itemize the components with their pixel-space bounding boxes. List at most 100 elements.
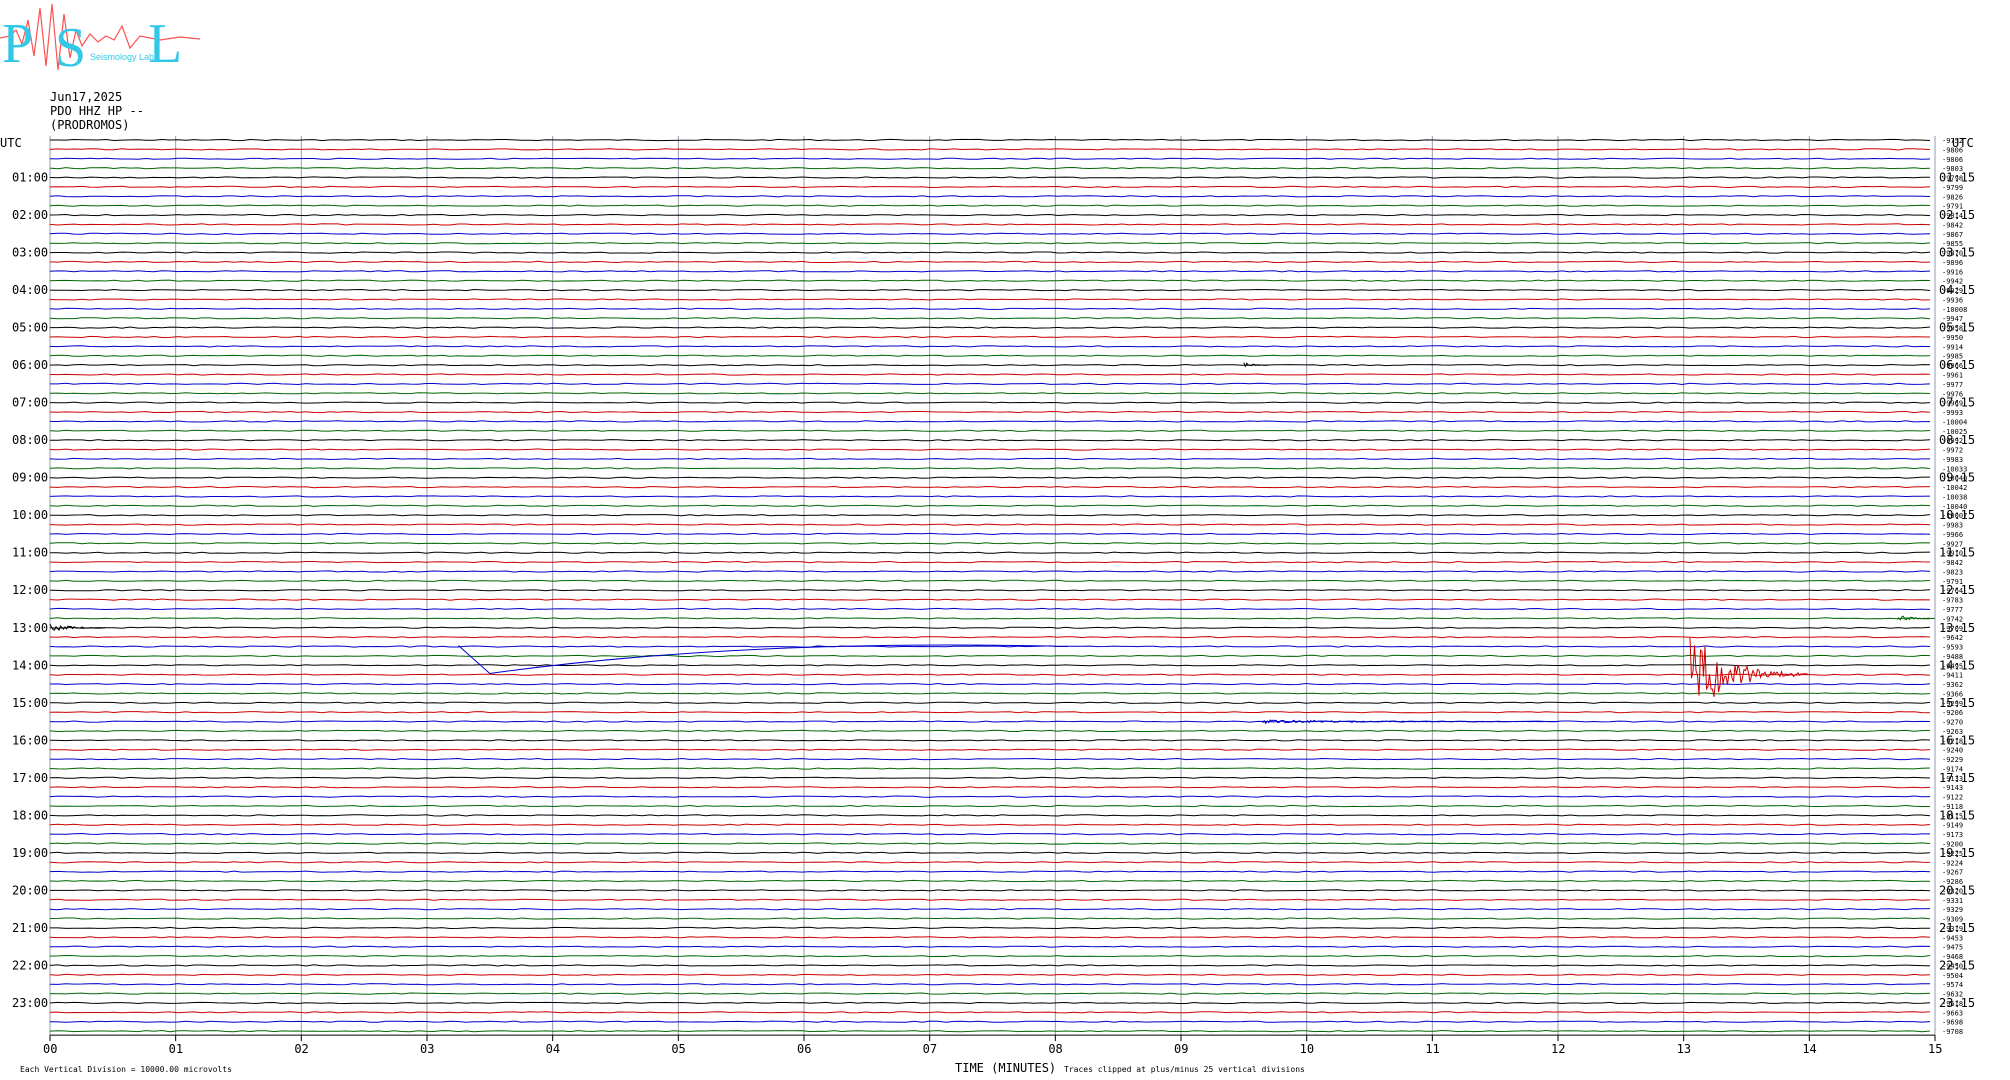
trace-value-label: -9896: [1942, 259, 1963, 267]
trace-line: [49, 185, 1931, 189]
trace-line: [49, 560, 1931, 564]
trace-value-label: -9122: [1942, 794, 1963, 802]
trace-line: [49, 729, 1931, 733]
trace-line: [50, 382, 1931, 386]
trace-value-label: -9983: [1942, 522, 1963, 530]
trace-value-label: -9799: [1942, 184, 1963, 192]
trace-line: [49, 401, 1931, 404]
trace-line: [49, 954, 1931, 958]
trace-line: [49, 870, 1931, 873]
trace-line: [49, 204, 1931, 207]
trace-line: [49, 1029, 1931, 1033]
event-waveform: [1243, 362, 1268, 368]
utc-label-left: UTC: [0, 136, 22, 150]
x-tick-label: 15: [1928, 1042, 1942, 1056]
trace-line: [49, 879, 1930, 883]
trace-line: [49, 711, 1931, 714]
hour-label-right: 03:15: [1939, 246, 1975, 260]
hour-label-right: 13:15: [1939, 621, 1975, 635]
trace-line: [49, 457, 1930, 461]
trace-line: [49, 523, 1931, 526]
hour-label-left: 04:00: [12, 283, 48, 297]
trace-line: [49, 626, 1931, 629]
hour-label-right: 15:15: [1939, 696, 1975, 710]
hour-label-right: 17:15: [1939, 771, 1975, 785]
trace-line: [49, 448, 1931, 451]
hour-label-left: 23:00: [12, 996, 48, 1010]
hour-label-left: 11:00: [12, 546, 48, 560]
event-waveform: [49, 623, 106, 632]
trace-line: [49, 439, 1931, 442]
trace-line: [50, 138, 1931, 142]
x-tick-label: 13: [1677, 1042, 1691, 1056]
trace-line: [49, 908, 1931, 911]
trace-line: [49, 279, 1931, 282]
hour-label-left: 18:00: [12, 808, 48, 822]
trace-value-label: -9777: [1942, 606, 1963, 614]
trace-line: [49, 514, 1931, 517]
trace-line: [49, 223, 1931, 226]
trace-line: [49, 804, 1930, 808]
trace-value-label: -9593: [1942, 644, 1963, 652]
trace-value-label: -9229: [1942, 756, 1963, 764]
hour-label-left: 01:00: [12, 171, 48, 185]
hour-label-right: 02:15: [1939, 208, 1975, 222]
trace-line: [49, 298, 1931, 301]
trace-line: [49, 739, 1931, 742]
trace-value-label: -9698: [1942, 1019, 1963, 1027]
trace-line: [49, 898, 1931, 901]
trace-line: [49, 213, 1931, 217]
trace-value-label: -9914: [1942, 343, 1963, 351]
trace-value-label: -9966: [1942, 531, 1963, 539]
trace-line: [49, 570, 1931, 573]
hour-label-left: 13:00: [12, 621, 48, 635]
x-tick-label: 11: [1425, 1042, 1439, 1056]
trace-value-label: -9270: [1942, 719, 1963, 727]
trace-line: [49, 420, 1930, 423]
trace-value-label: -9842: [1942, 221, 1963, 229]
trace-line: [49, 345, 1931, 348]
hour-label-right: 10:15: [1939, 508, 1975, 522]
hour-label-right: 06:15: [1939, 358, 1975, 372]
trace-line: [49, 307, 1931, 310]
event-waveform: [458, 644, 1068, 675]
hour-label-left: 14:00: [12, 658, 48, 672]
hour-label-left: 15:00: [12, 696, 48, 710]
trace-line: [49, 317, 1931, 320]
trace-value-label: -9972: [1942, 447, 1963, 455]
trace-line: [49, 176, 1930, 179]
trace-value-label: -9224: [1942, 859, 1963, 867]
trace-line: [49, 195, 1931, 198]
trace-line: [49, 157, 1931, 160]
hour-label-right: 01:15: [1939, 171, 1975, 185]
trace-line: [49, 542, 1931, 545]
hour-label-right: 08:15: [1939, 433, 1975, 447]
x-tick-label: 01: [169, 1042, 183, 1056]
trace-line: [49, 335, 1931, 339]
trace-value-label: -10038: [1942, 493, 1967, 501]
trace-line: [49, 701, 1931, 704]
trace-line: [49, 476, 1930, 479]
hour-label-right: 11:15: [1939, 546, 1975, 560]
hour-label-left: 08:00: [12, 433, 48, 447]
trace-value-label: -9329: [1942, 906, 1963, 914]
trace-value-label: -9823: [1942, 569, 1963, 577]
trace-line: [49, 842, 1931, 845]
hour-label-left: 22:00: [12, 958, 48, 972]
trace-value-label: -9983: [1942, 456, 1963, 464]
trace-value-label: -9783: [1942, 597, 1963, 605]
hour-label-left: 09:00: [12, 471, 48, 485]
trace-value-label: -9826: [1942, 193, 1963, 201]
trace-line: [49, 598, 1931, 601]
trace-value-label: -9143: [1942, 784, 1963, 792]
trace-value-label: -9240: [1942, 747, 1963, 755]
trace-value-label: -9173: [1942, 831, 1963, 839]
trace-line: [49, 748, 1931, 751]
trace-line: [49, 861, 1931, 864]
trace-line: [49, 823, 1931, 826]
trace-line: [49, 232, 1931, 235]
x-tick-label: 04: [546, 1042, 560, 1056]
trace-line: [49, 964, 1931, 967]
hour-label-right: 12:15: [1939, 583, 1975, 597]
hour-label-left: 05:00: [12, 321, 48, 335]
